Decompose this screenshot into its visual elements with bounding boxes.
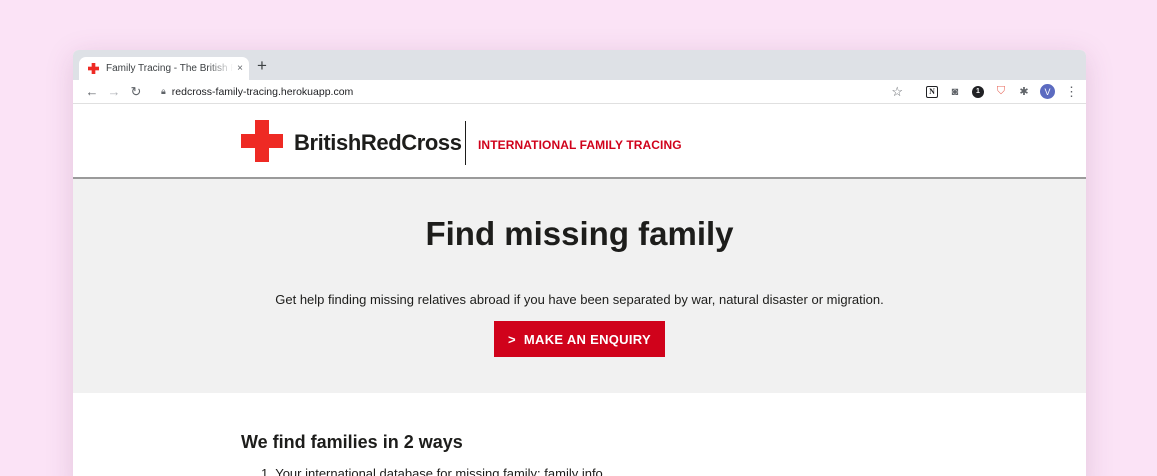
avatar[interactable]: V: [1040, 84, 1055, 99]
reload-icon[interactable]: ↻: [125, 84, 147, 100]
hero-section: Find missing family Get help finding mis…: [73, 179, 1086, 393]
page-title: Find missing family: [425, 215, 734, 252]
red-cross-logo-icon[interactable]: [241, 120, 283, 162]
list-item: 1. Your international database for missi…: [261, 466, 603, 476]
browser-window: Family Tracing - The British Red Cross ×…: [73, 50, 1086, 476]
back-arrow-icon[interactable]: ←: [81, 84, 103, 99]
chevron-right-icon: >: [508, 331, 516, 347]
url-text[interactable]: redcross-family-tracing.herokuapp.com: [172, 86, 353, 98]
brand-name[interactable]: BritishRedCross: [294, 130, 462, 156]
puzzle-icon[interactable]: ✱: [1018, 86, 1030, 98]
forward-arrow-icon[interactable]: →: [103, 84, 125, 99]
notion-icon[interactable]: N: [926, 85, 938, 98]
tab-title: Family Tracing - The British Red Cross: [106, 63, 233, 74]
bookmark-star-icon[interactable]: ☆: [891, 84, 903, 100]
tab-strip: Family Tracing - The British Red Cross ×…: [73, 50, 1086, 80]
make-enquiry-button[interactable]: > MAKE AN ENQUIRY: [494, 321, 665, 357]
camera-icon[interactable]: ◙: [949, 86, 961, 98]
header-divider: [465, 121, 466, 165]
more-menu-icon[interactable]: ⋮: [1065, 84, 1078, 100]
hero-description: Get help finding missing relatives abroa…: [275, 292, 884, 307]
content-section: We find families in 2 ways 1. Your inter…: [73, 393, 1086, 476]
new-tab-icon[interactable]: +: [257, 56, 267, 76]
address-bar[interactable]: 🔒︎ redcross-family-tracing.herokuapp.com: [153, 82, 891, 102]
close-icon[interactable]: ×: [237, 63, 243, 74]
tab-active[interactable]: Family Tracing - The British Red Cross ×: [79, 57, 249, 80]
shield-icon[interactable]: ⛉: [995, 85, 1007, 98]
lock-icon: 🔒︎: [161, 86, 166, 96]
service-name: INTERNATIONAL FAMILY TRACING: [478, 138, 682, 152]
section-title: We find families in 2 ways: [241, 432, 463, 452]
site-header: BritishRedCross INTERNATIONAL FAMILY TRA…: [73, 104, 1086, 179]
make-enquiry-label: MAKE AN ENQUIRY: [523, 331, 651, 347]
browser-toolbar: ← → ↻ 🔒︎ redcross-family-tracing.herokua…: [73, 80, 1086, 104]
onepassword-icon[interactable]: 1: [972, 85, 984, 98]
red-cross-favicon-icon: [88, 63, 99, 74]
